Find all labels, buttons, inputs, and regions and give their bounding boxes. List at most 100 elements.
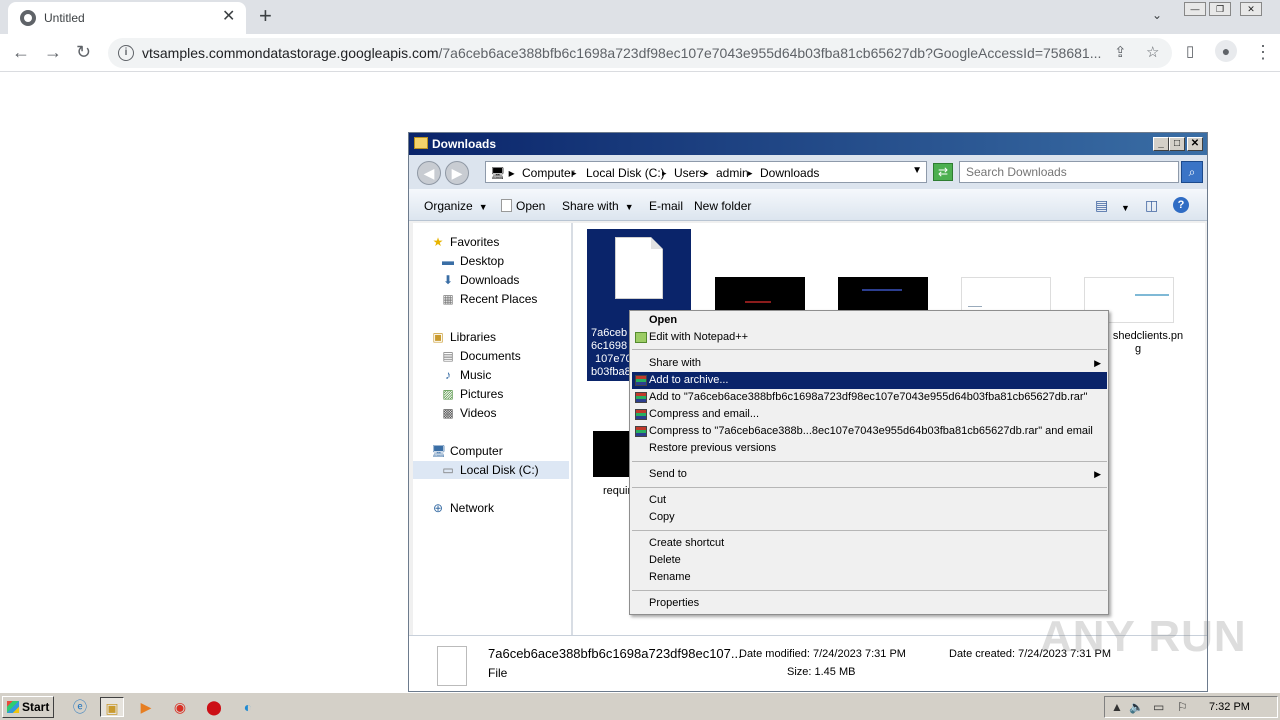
chrome-icon[interactable]: ◉ <box>168 697 192 717</box>
restore-icon[interactable]: ❐ <box>1209 2 1231 16</box>
nav-pictures[interactable]: ▨ Pictures <box>441 387 503 401</box>
minimize-icon[interactable]: _ <box>1153 137 1169 151</box>
url-text[interactable]: vtsamples.commondatastorage.googleapis.c… <box>142 45 1102 61</box>
back-icon[interactable]: ← <box>12 42 30 62</box>
clock[interactable]: 7:32 PM <box>1209 701 1250 713</box>
menu-item-delete[interactable]: Delete <box>632 552 1107 569</box>
network-tray-icon[interactable]: ▭ <box>1153 700 1164 714</box>
menu-item-label: Compress to "7a6ceb6ace388b...8ec107e704… <box>649 425 1093 437</box>
ie-icon[interactable]: ⓔ <box>68 697 92 717</box>
menu-item-label: Add to archive... <box>649 374 729 386</box>
refresh-icon[interactable]: ⇄ <box>933 163 953 181</box>
documents-icon: ▤ <box>442 349 454 363</box>
menu-separator <box>632 461 1107 462</box>
new-folder-button[interactable]: New folder <box>694 199 751 213</box>
nav-favorites[interactable]: ★ Favorites <box>431 235 500 249</box>
menu-item-label: Send to <box>649 468 687 480</box>
explorer-title-bar[interactable]: Downloads _ □ ✕ <box>409 133 1207 155</box>
breadcrumb-local-disk[interactable]: Local Disk (C:) <box>586 166 665 180</box>
details-filename: 7a6ceb6ace388bfb6c1698a723df98ec107... <box>488 646 742 661</box>
nav-libraries[interactable]: ▣ Libraries <box>431 330 496 344</box>
chevron-down-icon: ▼ <box>624 202 634 212</box>
file-name-line[interactable]: g <box>1103 343 1173 356</box>
profile-avatar-icon[interactable]: ● <box>1215 40 1237 62</box>
file-name-line[interactable]: shedclients.pn <box>1103 330 1193 343</box>
preview-pane-icon[interactable]: ◫ <box>1145 197 1158 213</box>
info-icon[interactable]: i <box>118 45 134 61</box>
start-button[interactable]: Start <box>2 696 54 718</box>
email-button[interactable]: E-mail <box>649 199 683 213</box>
back-icon[interactable]: ◀ <box>417 161 441 185</box>
desktop-icon: ▬ <box>442 254 454 268</box>
recent-places-icon: ▦ <box>442 292 454 306</box>
nav-music[interactable]: ♪ Music <box>441 368 491 382</box>
menu-item-rename[interactable]: Rename <box>632 569 1107 586</box>
breadcrumb-downloads[interactable]: Downloads <box>760 166 819 180</box>
menu-item-add-to-archive[interactable]: Add to archive... <box>632 372 1107 389</box>
share-with-button[interactable]: Share with ▼ <box>562 199 634 213</box>
side-panel-icon[interactable]: ▯ <box>1186 42 1194 62</box>
breadcrumb-computer[interactable]: Computer <box>522 166 575 180</box>
chevron-down-icon[interactable]: ▼ <box>1121 200 1130 216</box>
menu-item-properties[interactable]: Properties <box>632 595 1107 612</box>
nav-music-label: Music <box>460 368 492 382</box>
menu-item-cut[interactable]: Cut <box>632 492 1107 509</box>
forward-icon[interactable]: → <box>44 42 62 62</box>
organize-button[interactable]: Organize ▼ <box>424 199 488 213</box>
menu-item-compress-email[interactable]: Compress and email... <box>632 406 1107 423</box>
menu-item-copy[interactable]: Copy <box>632 509 1107 526</box>
action-center-flag-icon[interactable]: ⚐ <box>1177 700 1188 714</box>
tab-search-icon[interactable]: ⌄ <box>1152 8 1162 22</box>
nav-recent-places[interactable]: ▦ Recent Places <box>441 292 537 306</box>
minimize-icon[interactable]: — <box>1184 2 1206 16</box>
nav-documents[interactable]: ▤ Documents <box>441 349 520 363</box>
media-player-icon[interactable]: ▶ <box>134 697 158 717</box>
edge-icon[interactable]: ◐ <box>236 697 260 717</box>
new-tab-button[interactable]: + <box>259 4 272 28</box>
menu-item-restore-versions[interactable]: Restore previous versions <box>632 440 1107 457</box>
breadcrumb-admin[interactable]: admin <box>716 166 749 180</box>
share-icon[interactable]: ⇪ <box>1114 44 1127 62</box>
menu-item-label: Edit with Notepad++ <box>649 331 749 343</box>
close-tab-icon[interactable]: ✕ <box>222 8 235 26</box>
menu-item-send-to[interactable]: Send to ▶ <box>632 466 1107 483</box>
nav-computer[interactable]: 🖥 Computer <box>431 444 503 458</box>
forward-icon[interactable]: ▶ <box>445 161 469 185</box>
opera-icon[interactable]: ⬤ <box>202 697 226 717</box>
menu-item-share-with[interactable]: Share with ▶ <box>632 355 1107 372</box>
explorer-taskbar-icon[interactable]: ▣ <box>100 697 124 717</box>
menu-item-create-shortcut[interactable]: Create shortcut <box>632 535 1107 552</box>
close-window-icon[interactable]: ✕ <box>1240 2 1262 16</box>
windows-logo-icon <box>7 701 19 713</box>
nav-desktop[interactable]: ▬ Desktop <box>441 254 504 268</box>
nav-videos[interactable]: ▩ Videos <box>441 406 496 420</box>
volume-icon[interactable]: 🔈 <box>1129 700 1144 714</box>
help-icon[interactable]: ? <box>1173 197 1189 213</box>
nav-local-disk-label: Local Disk (C:) <box>460 463 539 477</box>
nav-network[interactable]: ⊕ Network <box>431 501 494 515</box>
breadcrumb-users[interactable]: Users <box>674 166 705 180</box>
menu-dots-icon[interactable]: ⋮ <box>1254 42 1272 62</box>
menu-item-add-to-rar[interactable]: Add to "7a6ceb6ace388bfb6c1698a723df98ec… <box>632 389 1107 406</box>
nav-local-disk[interactable]: ▭ Local Disk (C:) <box>441 463 539 477</box>
open-button[interactable]: Open <box>501 199 545 213</box>
computer-icon: 🖥 ▸ <box>490 166 515 180</box>
search-input[interactable] <box>966 163 1166 181</box>
bookmark-star-icon[interactable]: ☆ <box>1146 44 1159 62</box>
reload-icon[interactable]: ↻ <box>76 42 91 62</box>
show-hidden-icons-icon[interactable]: ▲ <box>1111 700 1123 714</box>
breadcrumb[interactable]: 🖥 ▸ Computer ▸ Local Disk (C:) ▸ Users ▸… <box>485 161 927 183</box>
chevron-down-icon[interactable]: ▼ <box>912 165 922 176</box>
tab-title: Untitled <box>44 11 85 25</box>
search-field[interactable] <box>959 161 1179 183</box>
menu-item-open[interactable]: Open <box>632 312 1107 329</box>
maximize-icon[interactable]: □ <box>1169 137 1185 151</box>
menu-item-compress-to-rar-email[interactable]: Compress to "7a6ceb6ace388b...8ec107e704… <box>632 423 1107 440</box>
close-icon[interactable]: ✕ <box>1187 137 1203 151</box>
nav-downloads[interactable]: ⬇ Downloads <box>441 273 519 287</box>
menu-item-edit-notepad[interactable]: Edit with Notepad++ <box>632 329 1107 346</box>
address-bar[interactable]: i vtsamples.commondatastorage.googleapis… <box>108 38 1172 68</box>
browser-tab[interactable]: Untitled ✕ <box>8 2 246 34</box>
search-icon[interactable]: ⌕ <box>1181 161 1203 183</box>
view-icon[interactable]: ▤ <box>1095 197 1108 213</box>
